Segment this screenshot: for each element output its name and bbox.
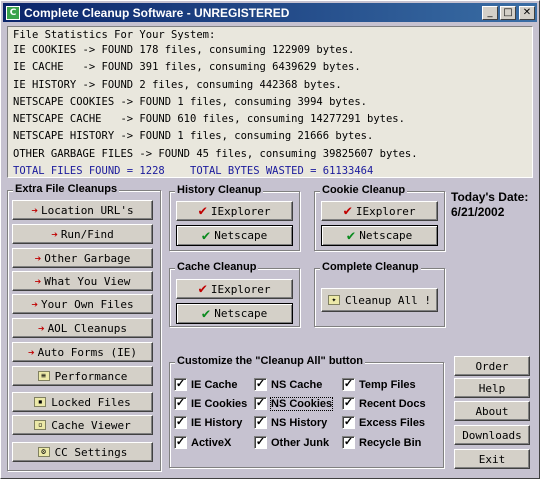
checkbox-check-icon: ✓: [342, 416, 355, 429]
checkbox-check-icon: ✓: [254, 416, 267, 429]
history-cleanup-title: History Cleanup: [175, 184, 264, 196]
todays-date-value: 6/21/2002: [451, 205, 505, 219]
stats-line: NETSCAPE HISTORY -> FOUND 1 files, consu…: [13, 130, 374, 143]
arrow-right-icon: ➔: [31, 297, 38, 311]
cookie-cleanup-title: Cookie Cleanup: [320, 184, 408, 196]
recent-docs-checkbox[interactable]: ✓ Recent Docs: [342, 397, 426, 410]
extra-file-cleanups-title: Extra File Cleanups: [13, 183, 120, 195]
main-window: C Complete Cleanup Software - UNREGISTER…: [0, 0, 540, 479]
cc-settings-button[interactable]: ⚙ CC Settings: [12, 442, 153, 462]
checkbox-check-icon: ✓: [174, 397, 187, 410]
about-button[interactable]: About: [454, 401, 530, 421]
arrow-right-icon: ➔: [31, 203, 38, 217]
close-button[interactable]: ✕: [519, 5, 535, 20]
window-title: Complete Cleanup Software - UNREGISTERED: [24, 5, 290, 20]
file-statistics-panel: File Statistics For Your System: IE COOK…: [7, 26, 533, 178]
stats-line: NETSCAPE CACHE -> FOUND 610 files, consu…: [13, 113, 405, 126]
checkbox-check-icon: ✓: [342, 397, 355, 410]
checkbox-check-icon: ✓: [254, 397, 267, 410]
your-own-files-button[interactable]: ➔ Your Own Files: [12, 294, 153, 314]
title-bar[interactable]: C Complete Cleanup Software - UNREGISTER…: [3, 3, 537, 22]
stats-line: OTHER GARBAGE FILES -> FOUND 45 files, c…: [13, 147, 418, 160]
ns-cookies-checkbox[interactable]: ✓ NS Cookies: [254, 396, 334, 411]
stats-line: IE CACHE -> FOUND 391 files, consuming 6…: [13, 61, 361, 74]
app-icon: C: [6, 5, 20, 20]
aol-cleanups-button[interactable]: ➔ AOL Cleanups: [12, 318, 153, 338]
stats-line: NETSCAPE COOKIES -> FOUND 1 files, consu…: [13, 95, 368, 108]
stats-total-line: TOTAL FILES FOUND = 1228 TOTAL BYTES WAS…: [13, 165, 374, 178]
run-find-button[interactable]: ➔ Run/Find: [12, 224, 153, 244]
recycle-bin-checkbox[interactable]: ✓ Recycle Bin: [342, 436, 421, 449]
what-you-view-button[interactable]: ➔ What You View: [12, 271, 153, 291]
maximize-button[interactable]: □: [500, 5, 516, 20]
cache-netscape-button[interactable]: ✔ Netscape: [176, 303, 293, 324]
complete-cleanup-title: Complete Cleanup: [320, 261, 421, 273]
lock-icon: ▪: [34, 397, 47, 407]
arrow-right-icon: ➔: [28, 345, 35, 359]
arrow-right-icon: ➔: [34, 251, 42, 265]
cookie-netscape-button[interactable]: ✔ Netscape: [321, 225, 438, 246]
auto-forms-button[interactable]: ➔ Auto Forms (IE): [12, 342, 153, 362]
ie-cache-checkbox[interactable]: ✓ IE Cache: [174, 378, 237, 391]
maximize-icon: □: [503, 6, 513, 18]
ie-history-checkbox[interactable]: ✓ IE History: [174, 416, 242, 429]
checkbox-check-icon: ✓: [254, 436, 267, 449]
checkbox-check-icon: ✓: [174, 416, 187, 429]
green-check-icon: ✔: [201, 305, 211, 322]
performance-icon: ≡: [37, 371, 50, 381]
downloads-button[interactable]: Downloads: [454, 425, 530, 445]
minimize-button[interactable]: _: [482, 5, 498, 20]
green-check-icon: ✔: [201, 227, 211, 244]
ns-cache-checkbox[interactable]: ✓ NS Cache: [254, 378, 322, 391]
excess-files-checkbox[interactable]: ✓ Excess Files: [342, 416, 425, 429]
cookie-iexplorer-button[interactable]: ✔ IExplorer: [321, 201, 438, 221]
checkbox-check-icon: ✓: [174, 436, 187, 449]
checkbox-check-icon: ✓: [174, 378, 187, 391]
red-check-icon: ✔: [198, 281, 207, 297]
other-junk-checkbox[interactable]: ✓ Other Junk: [254, 436, 329, 449]
customize-cleanup-all-title: Customize the "Cleanup All" button: [175, 355, 366, 367]
red-check-icon: ✔: [343, 203, 352, 219]
stats-line: IE HISTORY -> FOUND 2 files, consuming 4…: [13, 78, 342, 91]
cache-cleanup-title: Cache Cleanup: [175, 261, 259, 273]
broom-icon: ✦: [327, 295, 340, 305]
arrow-right-icon: ➔: [51, 227, 58, 241]
ie-cookies-checkbox[interactable]: ✓ IE Cookies: [174, 397, 247, 410]
order-button[interactable]: Order: [454, 356, 530, 376]
red-check-icon: ✔: [198, 203, 207, 219]
stats-line: IE COOKIES -> FOUND 178 files, consuming…: [13, 44, 355, 56]
todays-date-label: Today's Date:: [451, 190, 529, 204]
ns-history-checkbox[interactable]: ✓ NS History: [254, 416, 327, 429]
cache-viewer-button[interactable]: ▫ Cache Viewer: [12, 415, 153, 435]
temp-files-checkbox[interactable]: ✓ Temp Files: [342, 378, 416, 391]
location-urls-button[interactable]: ➔ Location URL's: [12, 200, 153, 220]
green-check-icon: ✔: [346, 227, 356, 244]
checkbox-check-icon: ✓: [342, 378, 355, 391]
activex-checkbox[interactable]: ✓ ActiveX: [174, 436, 231, 449]
close-icon: ✕: [522, 6, 532, 18]
cleanup-all-button[interactable]: ✦ Cleanup All !: [321, 288, 438, 312]
other-garbage-button[interactable]: ➔ Other Garbage: [12, 248, 153, 268]
checkbox-check-icon: ✓: [254, 378, 267, 391]
history-iexplorer-button[interactable]: ✔ IExplorer: [176, 201, 293, 221]
checkbox-check-icon: ✓: [342, 436, 355, 449]
history-netscape-button[interactable]: ✔ Netscape: [176, 225, 293, 246]
locked-files-button[interactable]: ▪ Locked Files: [12, 392, 153, 412]
stats-heading: File Statistics For Your System:: [13, 29, 216, 41]
help-button[interactable]: Help: [454, 378, 530, 398]
exit-button[interactable]: Exit: [454, 449, 530, 469]
arrow-right-icon: ➔: [34, 274, 42, 288]
minimize-icon: _: [487, 6, 493, 18]
performance-button[interactable]: ≡ Performance: [12, 366, 153, 386]
arrow-right-icon: ➔: [37, 321, 45, 335]
viewer-icon: ▫: [34, 420, 47, 430]
cache-iexplorer-button[interactable]: ✔ IExplorer: [176, 279, 293, 299]
settings-icon: ⚙: [37, 447, 50, 457]
